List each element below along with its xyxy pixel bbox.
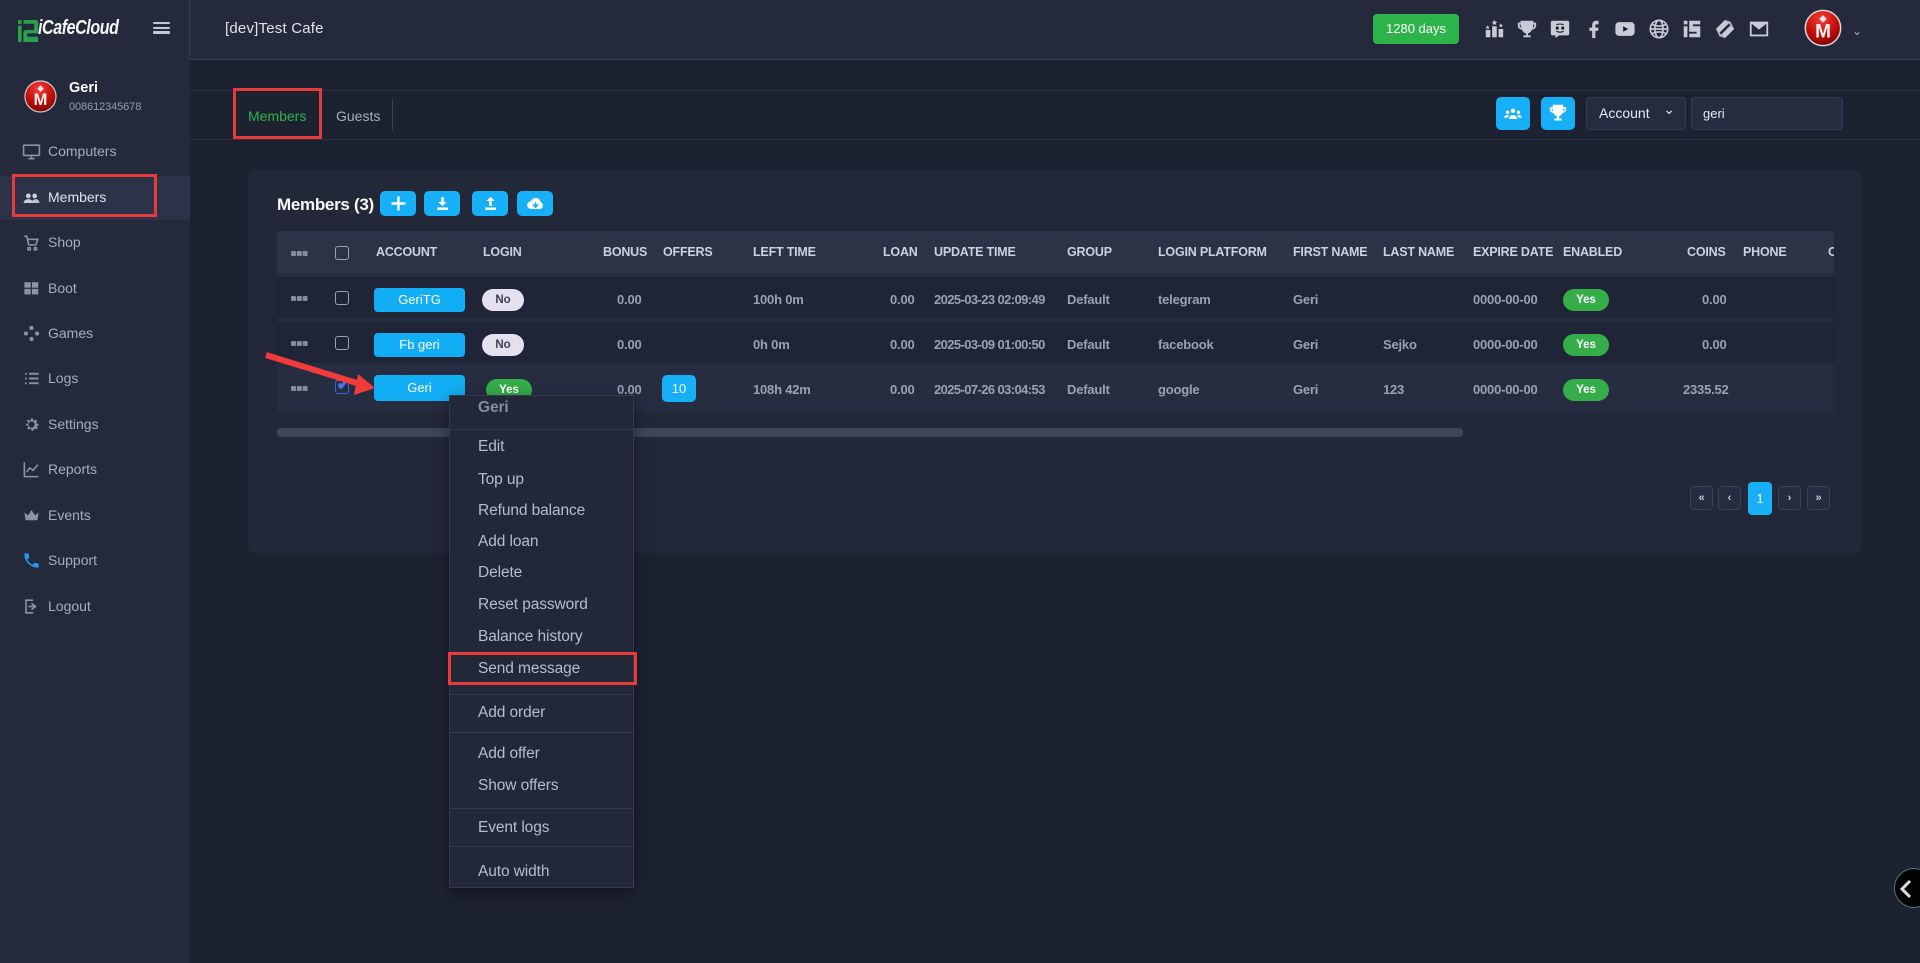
svg-text:M: M	[34, 91, 48, 109]
svg-text:M: M	[1815, 22, 1831, 43]
